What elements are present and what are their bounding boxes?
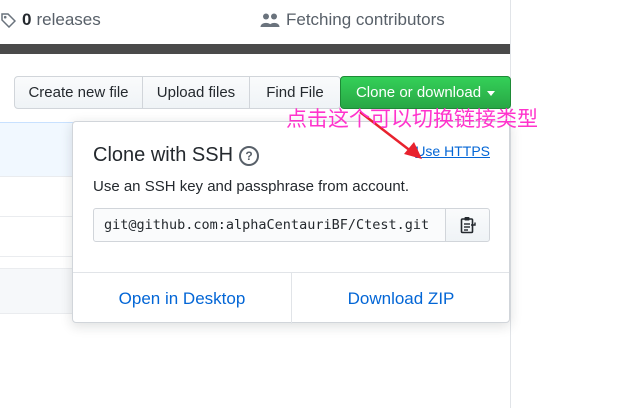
- releases-label: releases: [36, 10, 101, 29]
- popup-title-text: Clone with SSH: [93, 144, 234, 166]
- contributors-label: Fetching contributors: [286, 10, 445, 29]
- create-new-file-button[interactable]: Create new file: [14, 76, 143, 109]
- releases-count: 0: [22, 10, 32, 29]
- popup-title: Clone with SSH ?: [93, 144, 260, 167]
- popup-footer: Open in Desktop Download ZIP: [73, 272, 509, 324]
- download-zip-button[interactable]: Download ZIP: [292, 273, 510, 324]
- use-https-link[interactable]: Use HTTPS: [415, 143, 490, 159]
- clone-popup: Clone with SSH ? Use HTTPS Use an SSH ke…: [72, 121, 510, 324]
- language-bar: [0, 44, 510, 54]
- repo-stats-bar: 0 releases Fetching contributors: [0, 0, 510, 44]
- upload-files-button[interactable]: Upload files: [142, 76, 250, 109]
- clone-or-download-label: Clone or download: [355, 84, 482, 101]
- clone-url-input[interactable]: git@github.com:alphaCentauriBF/Ctest.git: [93, 208, 446, 242]
- people-icon: [260, 13, 280, 27]
- copy-url-button[interactable]: [445, 208, 490, 242]
- open-in-desktop-button[interactable]: Open in Desktop: [73, 273, 292, 324]
- contributors-stat[interactable]: Fetching contributors: [260, 10, 445, 30]
- caret-down-icon: [487, 91, 496, 96]
- question-circle-icon[interactable]: ?: [239, 145, 260, 166]
- clippy-icon: [460, 217, 476, 234]
- tag-icon: [1, 13, 16, 28]
- releases-stat[interactable]: 0 releases: [0, 10, 101, 30]
- content-right-border: [510, 0, 511, 408]
- annotation-text: 点击这个可以切换链接类型: [286, 107, 538, 131]
- popup-description: Use an SSH key and passphrase from accou…: [93, 178, 409, 195]
